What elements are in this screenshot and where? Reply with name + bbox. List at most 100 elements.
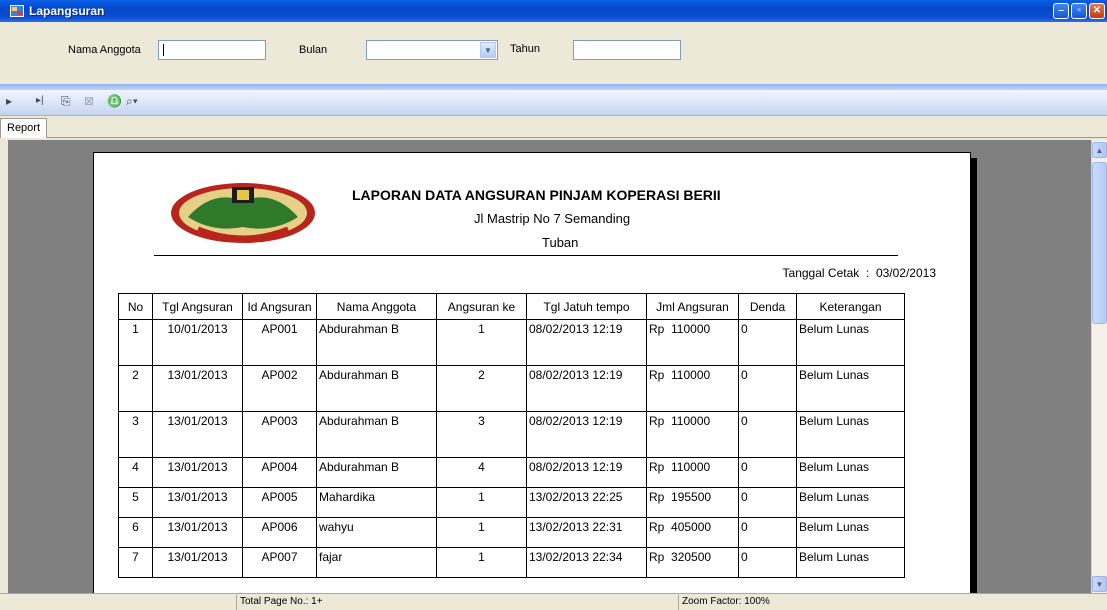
- cell-ke: 4: [436, 457, 527, 488]
- cell-jml-value: 195500: [671, 490, 712, 504]
- cell-jml: Rp 110000: [646, 365, 739, 412]
- window-controls: – ▫ ✕: [1053, 3, 1105, 19]
- cell-id: AP001: [242, 319, 317, 366]
- table-row: 1 10/01/2013 AP001 Abdurahman B 1 08/02/…: [118, 319, 905, 366]
- nama-anggota-input[interactable]: [158, 40, 266, 60]
- print-icon[interactable]: ⊠: [84, 95, 94, 107]
- col-keterangan: Keterangan: [796, 293, 905, 320]
- nama-anggota-label: Nama Anggota: [68, 44, 141, 56]
- cell-ket: Belum Lunas: [796, 319, 905, 366]
- status-bar: Total Page No.: 1+ Zoom Factor: 100%: [0, 593, 1107, 610]
- table-row: 7 13/01/2013 AP007 fajar 1 13/02/2013 22…: [118, 547, 905, 578]
- cell-nama: Abdurahman B: [316, 319, 437, 366]
- table-row: 6 13/01/2013 AP006 wahyu 1 13/02/2013 22…: [118, 517, 905, 548]
- cell-denda: 0: [738, 547, 797, 578]
- tahun-label: Tahun: [510, 43, 540, 55]
- cell-ke: 1: [436, 319, 527, 366]
- col-denda: Denda: [738, 293, 797, 320]
- last-page-icon[interactable]: ▸|: [36, 95, 44, 107]
- cell-id: AP006: [242, 517, 317, 548]
- cell-jml-value: 110000: [671, 460, 711, 474]
- col-tgl-angsuran: Tgl Angsuran: [152, 293, 243, 320]
- cell-denda: 0: [738, 411, 797, 458]
- col-no: No: [118, 293, 153, 320]
- print-date: Tanggal Cetak : 03/02/2013: [783, 266, 936, 280]
- scroll-thumb[interactable]: [1092, 162, 1107, 324]
- table-row: 4 13/01/2013 AP004 Abdurahman B 4 08/02/…: [118, 457, 905, 488]
- col-nama-anggota: Nama Anggota: [316, 293, 437, 320]
- cell-ket: Belum Lunas: [796, 457, 905, 488]
- cell-tgl: 13/01/2013: [152, 457, 243, 488]
- window-title: Lapangsuran: [29, 4, 105, 18]
- cell-jml: Rp 405000: [646, 517, 739, 548]
- col-id-angsuran: Id Angsuran: [242, 293, 317, 320]
- title-bar: Lapangsuran – ▫ ✕: [0, 0, 1107, 22]
- export-icon[interactable]: ⎘: [61, 95, 71, 107]
- cell-no: 5: [118, 487, 153, 518]
- cell-ke: 1: [436, 487, 527, 518]
- play-icon[interactable]: ▸: [6, 95, 12, 107]
- cell-nama: Mahardika: [316, 487, 437, 518]
- toolbar-strip: [0, 84, 1107, 90]
- cell-jatuh: 08/02/2013 12:19: [526, 411, 647, 458]
- bulan-select[interactable]: ▼: [366, 40, 498, 60]
- total-page-status: Total Page No.: 1+: [236, 595, 678, 610]
- cell-ket: Belum Lunas: [796, 547, 905, 578]
- chevron-down-icon[interactable]: ▼: [480, 42, 496, 58]
- close-icon[interactable]: ✕: [1089, 3, 1105, 19]
- cell-ket: Belum Lunas: [796, 517, 905, 548]
- cell-id: AP004: [242, 457, 317, 488]
- cell-ket: Belum Lunas: [796, 365, 905, 412]
- cell-jml-value: 405000: [671, 520, 712, 534]
- cell-rp: Rp: [649, 550, 665, 564]
- cell-ke: 1: [436, 517, 527, 548]
- tahun-input[interactable]: [573, 40, 681, 60]
- table-row: 5 13/01/2013 AP005 Mahardika 1 13/02/201…: [118, 487, 905, 518]
- report-viewer[interactable]: LAPORAN DATA ANGSURAN PINJAM KOPERASI BE…: [8, 140, 1091, 593]
- cell-no: 4: [118, 457, 153, 488]
- tab-report[interactable]: Report: [0, 118, 48, 138]
- cell-jatuh: 13/02/2013 22:31: [526, 517, 647, 548]
- cell-jml: Rp 110000: [646, 411, 739, 458]
- report-page: LAPORAN DATA ANGSURAN PINJAM KOPERASI BE…: [93, 152, 971, 593]
- cell-nama: Abdurahman B: [316, 457, 437, 488]
- cell-jml-value: 110000: [671, 322, 711, 336]
- col-tgl-jatuh-tempo: Tgl Jatuh tempo: [526, 293, 647, 320]
- tab-bar: Report: [0, 116, 1107, 138]
- cell-nama: Abdurahman B: [316, 411, 437, 458]
- cell-no: 2: [118, 365, 153, 412]
- cell-nama: Abdurahman B: [316, 365, 437, 412]
- cell-tgl: 13/01/2013: [152, 411, 243, 458]
- cell-jatuh: 13/02/2013 22:34: [526, 547, 647, 578]
- scroll-up-icon[interactable]: ▲: [1092, 142, 1107, 158]
- print-date-value: 03/02/2013: [875, 266, 936, 280]
- cell-no: 6: [118, 517, 153, 548]
- cell-rp: Rp: [649, 460, 665, 474]
- report-toolbar: ▸ ▸| ⎘ ⊠ ♎ ⌕▾: [0, 84, 1107, 116]
- cell-tgl: 13/01/2013: [152, 517, 243, 548]
- cell-nama: wahyu: [316, 517, 437, 548]
- cell-no: 1: [118, 319, 153, 366]
- scroll-down-icon[interactable]: ▼: [1092, 576, 1107, 592]
- cell-ket: Belum Lunas: [796, 487, 905, 518]
- cell-jml-value: 320500: [671, 550, 712, 564]
- cell-jml: Rp 320500: [646, 547, 739, 578]
- table-row: 3 13/01/2013 AP003 Abdurahman B 3 08/02/…: [118, 411, 905, 458]
- cell-denda: 0: [738, 457, 797, 488]
- maximize-icon[interactable]: ▫: [1071, 3, 1087, 19]
- cell-tgl: 13/01/2013: [152, 547, 243, 578]
- vertical-scrollbar[interactable]: ▲ ▼: [1091, 140, 1107, 593]
- header-divider: [154, 255, 898, 256]
- cell-ket: Belum Lunas: [796, 411, 905, 458]
- zoom-icon[interactable]: ⌕▾: [126, 95, 138, 107]
- report-address: Jl Mastrip No 7 Semanding: [474, 211, 631, 226]
- cell-denda: 0: [738, 365, 797, 412]
- app-icon: [10, 5, 24, 17]
- installment-table: No Tgl Angsuran Id Angsuran Nama Anggota…: [118, 293, 905, 578]
- minimize-icon[interactable]: –: [1053, 3, 1069, 19]
- cell-tgl: 13/01/2013: [152, 487, 243, 518]
- cell-no: 7: [118, 547, 153, 578]
- cell-jml: Rp 110000: [646, 319, 739, 366]
- zoom-status: Zoom Factor: 100%: [678, 595, 1107, 610]
- binoculars-icon[interactable]: ♎: [107, 95, 122, 107]
